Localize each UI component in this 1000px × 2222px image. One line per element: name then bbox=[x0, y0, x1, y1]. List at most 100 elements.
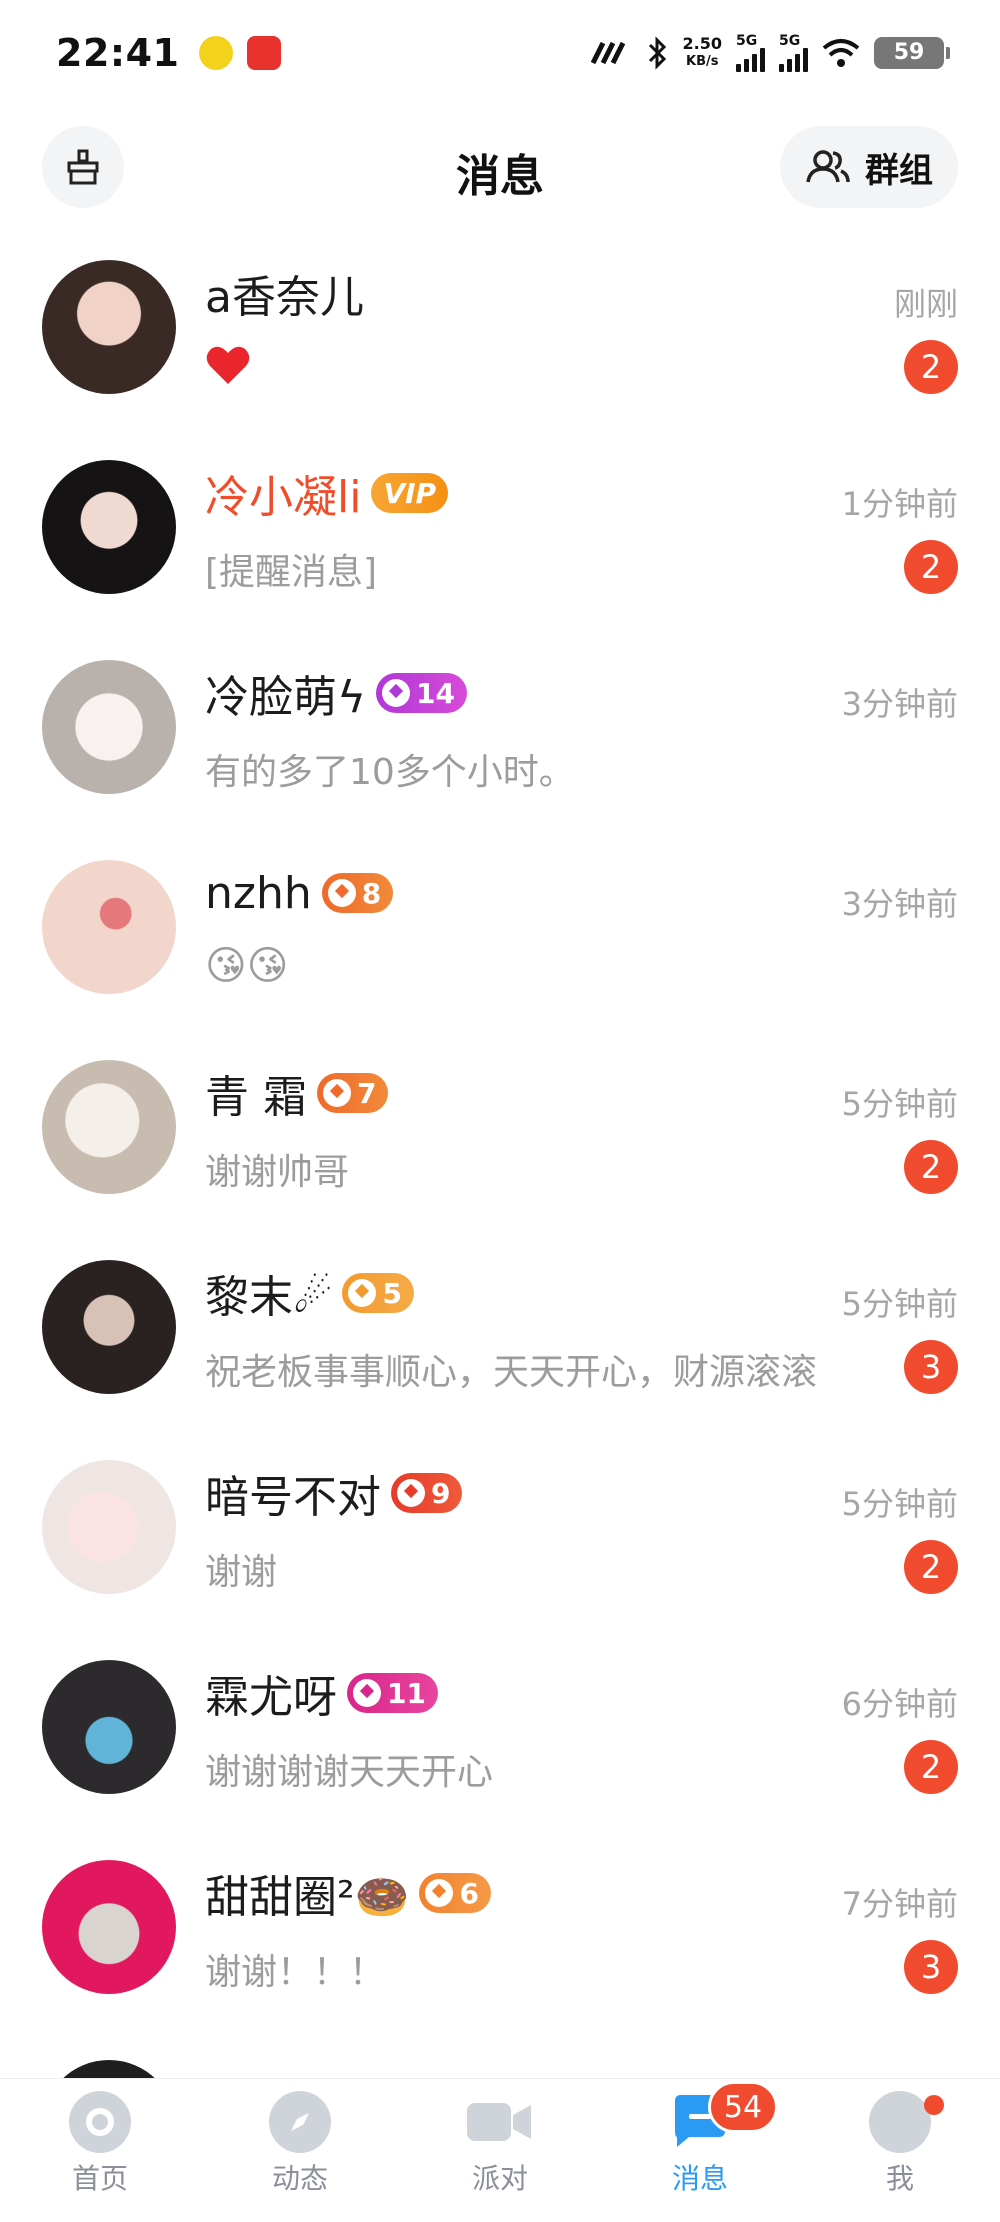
contact-name: 冷小凝li bbox=[205, 472, 362, 523]
home-icon bbox=[69, 2091, 131, 2153]
conversation-item[interactable]: 冷小凝li VIP 1分钟前 [提醒消息] 2 bbox=[0, 445, 1000, 645]
conversation-item[interactable]: 甜甜圈²🍩 6 7分钟前 谢谢！！！ 3 bbox=[0, 1845, 1000, 2045]
avatar[interactable] bbox=[42, 260, 176, 394]
header: 消息 群组 bbox=[0, 118, 1000, 218]
contact-name: nzhh bbox=[205, 867, 312, 919]
level-badge: 5 bbox=[342, 1273, 414, 1313]
nav-home[interactable]: 首页 bbox=[0, 2079, 200, 2222]
status-time: 22:41 bbox=[56, 30, 180, 75]
signal-bars-icon bbox=[736, 47, 765, 72]
name-line: 霖尤呀 11 bbox=[205, 1665, 438, 1723]
conversation-item[interactable]: 暗号不对 9 5分钟前 谢谢 2 bbox=[0, 1445, 1000, 1645]
unread-badge: 3 bbox=[904, 1940, 958, 1994]
heart-icon bbox=[206, 346, 250, 384]
nav-feed[interactable]: 动态 bbox=[200, 2079, 400, 2222]
message-preview: 谢谢谢谢天天开心 bbox=[205, 1752, 494, 1793]
name-line: a香奈儿 bbox=[205, 265, 364, 323]
status-indicators: 2.50 KB/s 5G 5G 59 bbox=[589, 33, 950, 72]
nav-messages[interactable]: 消息 54 bbox=[600, 2079, 800, 2222]
message-time: 刚刚 bbox=[893, 285, 958, 323]
diamond-icon bbox=[327, 879, 356, 907]
message-time: 3分钟前 bbox=[841, 885, 958, 923]
avatar[interactable] bbox=[42, 860, 176, 994]
message-time: 1分钟前 bbox=[841, 485, 958, 523]
unread-badge: 2 bbox=[904, 1140, 958, 1194]
level-badge: 14 bbox=[376, 673, 467, 713]
message-time: 5分钟前 bbox=[841, 1285, 958, 1323]
conversation-item[interactable]: a香奈儿 刚刚 2 bbox=[0, 245, 1000, 445]
conversation-item[interactable]: 青 霜 7 5分钟前 谢谢帅哥 2 bbox=[0, 1045, 1000, 1245]
message-time: 3分钟前 bbox=[841, 685, 958, 723]
message-preview: 祝老板事事顺心，天天开心，财源滚滚 bbox=[205, 1352, 818, 1393]
video-camera-icon bbox=[465, 2091, 535, 2153]
name-line: 黎末☄ 5 bbox=[205, 1265, 414, 1323]
bottom-nav: 首页 动态 派对 消息 54 我 bbox=[0, 2078, 1000, 2222]
signal-sim1: 5G bbox=[736, 34, 765, 72]
unread-badge: 2 bbox=[904, 1540, 958, 1594]
group-button[interactable]: 群组 bbox=[780, 126, 958, 208]
avatar[interactable] bbox=[42, 460, 176, 594]
bluetooth-icon bbox=[648, 35, 666, 70]
message-time: 6分钟前 bbox=[841, 1685, 958, 1723]
name-line: nzhh 8 bbox=[205, 865, 394, 921]
unread-badge: 2 bbox=[904, 1740, 958, 1794]
message-preview: 😘😘 bbox=[205, 943, 289, 989]
conversation-item[interactable]: 黎末☄ 5 5分钟前 祝老板事事顺心，天天开心，财源滚滚 3 bbox=[0, 1245, 1000, 1445]
status-bar: 22:41 2.50 KB/s 5G 5G 59 bbox=[0, 0, 1000, 105]
diamond-icon bbox=[353, 1679, 381, 1707]
message-time: 5分钟前 bbox=[841, 1085, 958, 1123]
signal-bars-icon bbox=[779, 47, 808, 72]
name-line: 冷脸萌ϟ 14 bbox=[205, 665, 467, 723]
contact-name: 霖尤呀 bbox=[205, 1672, 337, 1723]
message-preview: 有的多了10多个小时。 bbox=[205, 752, 575, 793]
name-line: 甜甜圈²🍩 6 bbox=[205, 1865, 491, 1923]
app-notification-icon bbox=[199, 35, 234, 70]
nav-profile[interactable]: 我 bbox=[800, 2079, 1000, 2222]
conversation-item[interactable]: 霖尤呀 11 6分钟前 谢谢谢谢天天开心 2 bbox=[0, 1645, 1000, 1845]
compass-icon bbox=[269, 2091, 331, 2153]
message-preview bbox=[205, 343, 855, 386]
level-badge: 8 bbox=[321, 873, 394, 913]
nav-label: 消息 bbox=[671, 2162, 728, 2195]
nav-label: 派对 bbox=[471, 2162, 528, 2195]
level-badge: 11 bbox=[347, 1673, 438, 1713]
diamond-icon bbox=[425, 1879, 454, 1907]
level-badge: 7 bbox=[317, 1073, 389, 1113]
avatar[interactable] bbox=[42, 1660, 176, 1794]
contact-name: a香奈儿 bbox=[205, 272, 364, 323]
message-preview: 谢谢！！！ bbox=[205, 1952, 386, 1993]
group-users-icon bbox=[806, 150, 850, 183]
unread-badge: 2 bbox=[904, 540, 958, 594]
status-app-icons bbox=[199, 35, 282, 70]
avatar[interactable] bbox=[42, 1860, 176, 1994]
avatar[interactable] bbox=[42, 1260, 176, 1394]
notification-dot bbox=[924, 2095, 944, 2115]
diamond-icon bbox=[382, 679, 411, 707]
diamond-icon bbox=[348, 1279, 377, 1307]
avatar[interactable] bbox=[42, 660, 176, 794]
nfc-icon bbox=[590, 41, 625, 64]
vip-badge: VIP bbox=[371, 473, 449, 513]
wifi-icon bbox=[822, 38, 860, 67]
message-time: 5分钟前 bbox=[841, 1485, 958, 1523]
nav-label: 首页 bbox=[71, 2162, 128, 2195]
contact-name: 青 霜 bbox=[205, 1072, 307, 1123]
group-label: 群组 bbox=[865, 150, 933, 191]
message-preview: 谢谢帅哥 bbox=[205, 1152, 350, 1193]
avatar[interactable] bbox=[42, 1060, 176, 1194]
conversation-item[interactable]: 冷脸萌ϟ 14 3分钟前 有的多了10多个小时。 bbox=[0, 645, 1000, 845]
level-badge: 6 bbox=[419, 1873, 491, 1913]
diamond-icon bbox=[323, 1079, 351, 1107]
net-speed: 2.50 KB/s bbox=[682, 33, 722, 69]
message-time: 7分钟前 bbox=[841, 1885, 958, 1923]
contact-name: 黎末☄ bbox=[205, 1272, 333, 1323]
name-line: 暗号不对 9 bbox=[205, 1465, 463, 1523]
unread-badge: 3 bbox=[904, 1340, 958, 1394]
conversation-item[interactable]: nzhh 8 3分钟前 😘😘 bbox=[0, 845, 1000, 1045]
profile-icon bbox=[869, 2091, 931, 2153]
level-badge: 9 bbox=[391, 1473, 463, 1513]
nav-label: 我 bbox=[885, 2162, 914, 2195]
nav-party[interactable]: 派对 bbox=[400, 2079, 600, 2222]
contact-name: 冷脸萌ϟ bbox=[205, 672, 367, 723]
avatar[interactable] bbox=[42, 1460, 176, 1594]
